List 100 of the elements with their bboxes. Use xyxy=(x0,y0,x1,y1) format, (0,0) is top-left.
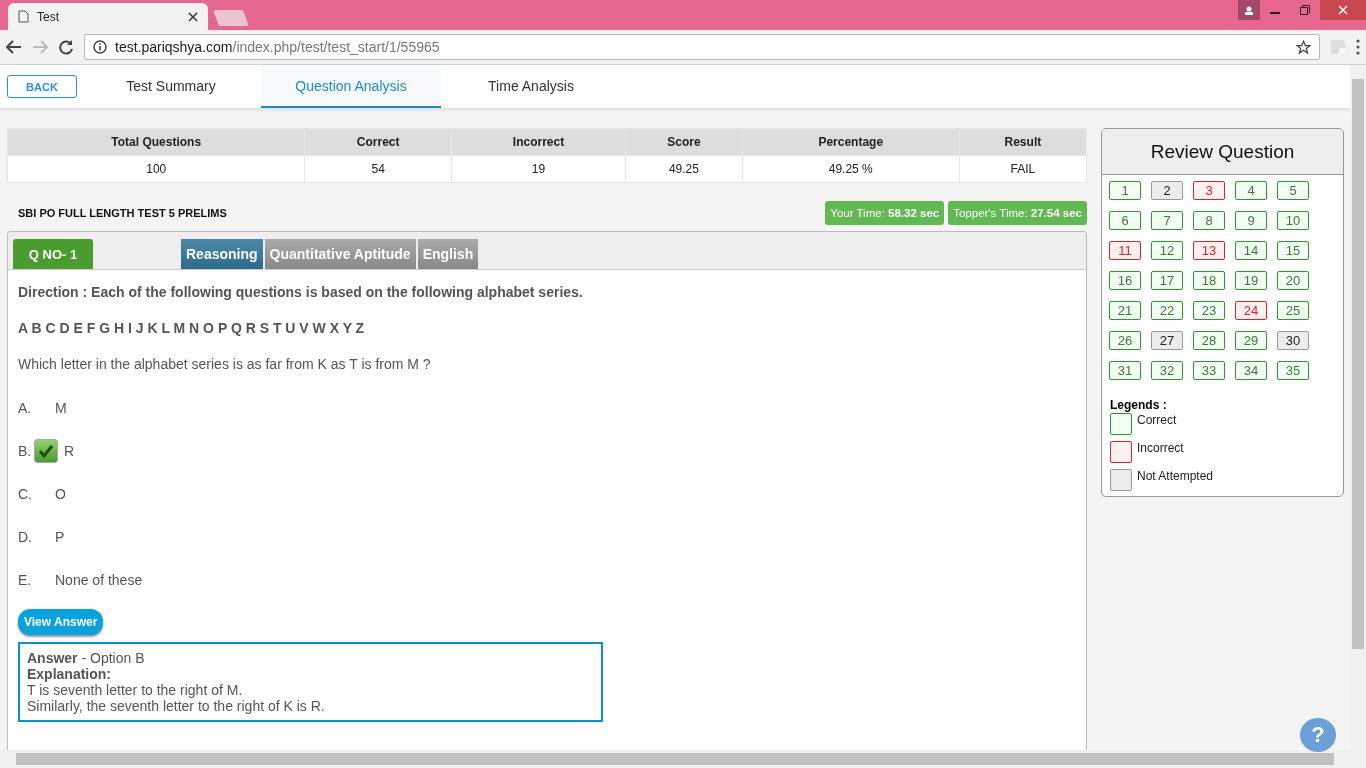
question-button[interactable]: 6 xyxy=(1109,211,1141,230)
question-button[interactable]: 18 xyxy=(1193,271,1225,290)
question-button[interactable]: 25 xyxy=(1277,301,1309,320)
reload-icon[interactable] xyxy=(58,39,74,55)
table-cell: 19 xyxy=(451,155,626,183)
question-button[interactable]: 1 xyxy=(1109,181,1141,200)
question-button[interactable]: 30 xyxy=(1277,331,1309,350)
nav-tab[interactable]: Time Analysis xyxy=(441,65,621,108)
question-button[interactable]: 32 xyxy=(1151,361,1183,380)
time-badge: Your Time: 58.32 sec xyxy=(825,201,945,225)
legend-swatch xyxy=(1110,469,1132,491)
question-button[interactable]: 31 xyxy=(1109,361,1141,380)
column-header: Incorrect xyxy=(451,128,626,156)
star-icon[interactable] xyxy=(1296,39,1311,55)
question-button[interactable]: 12 xyxy=(1151,241,1183,260)
question-button[interactable]: 3 xyxy=(1193,181,1225,200)
question-button[interactable]: 28 xyxy=(1193,331,1225,350)
tab-title: Test xyxy=(37,9,60,24)
explanation-text: T is seventh letter to the right of M. xyxy=(27,682,244,698)
table-cell: 49.25 % xyxy=(742,155,960,183)
question-button[interactable]: 7 xyxy=(1151,211,1183,230)
option-text: R xyxy=(64,442,75,459)
column-header: Percentage xyxy=(742,128,960,156)
url-path: /index.php/test/test_start/1/55965 xyxy=(232,39,440,55)
legend-swatch xyxy=(1110,413,1132,435)
info-icon xyxy=(93,40,107,54)
table-cell: FAIL xyxy=(959,155,1087,183)
question-number: Q NO- 1 xyxy=(13,239,93,269)
question-button[interactable]: 15 xyxy=(1277,241,1309,260)
nav-tab[interactable]: Test Summary xyxy=(81,65,261,108)
test-title: SBI PO FULL LENGTH TEST 5 PRELIMS xyxy=(18,207,227,219)
option-letter: B. xyxy=(18,442,33,459)
direction-text: Direction : Each of the following questions is based on the following alphabet series. xyxy=(18,284,584,300)
legends-title: Legends : xyxy=(1109,397,1168,412)
option-letter: D. xyxy=(18,528,33,545)
question-button[interactable]: 5 xyxy=(1277,181,1309,200)
close-icon[interactable] xyxy=(188,11,198,22)
time-badge: Topper's Time: 27.54 sec xyxy=(948,201,1087,225)
question-button[interactable]: 17 xyxy=(1151,271,1183,290)
question-button[interactable]: 13 xyxy=(1193,241,1225,260)
question-button[interactable]: 16 xyxy=(1109,271,1141,290)
question-button[interactable]: 2 xyxy=(1151,181,1183,200)
question-button[interactable]: 8 xyxy=(1193,211,1225,230)
page-icon xyxy=(18,10,29,23)
question-text: Which letter in the alphabet series is as far from K as T is from M ? xyxy=(18,356,432,372)
question-button[interactable]: 35 xyxy=(1277,361,1309,380)
question-button[interactable]: 11 xyxy=(1109,241,1141,260)
address-bar[interactable]: test.pariqshya.com/index.php/test/test_start/1/55965 xyxy=(84,34,1320,60)
profile-button[interactable] xyxy=(1238,0,1260,20)
back-arrow-icon[interactable] xyxy=(6,40,22,54)
view-answer-button[interactable]: View Answer xyxy=(18,609,104,635)
question-button[interactable]: 10 xyxy=(1277,211,1309,230)
column-header: Result xyxy=(959,128,1087,156)
option-letter: C. xyxy=(18,485,33,502)
column-header: Correct xyxy=(304,128,452,156)
question-button[interactable]: 27 xyxy=(1151,331,1183,350)
section-tab[interactable]: English xyxy=(417,239,479,269)
url-host: test.pariqshya.com xyxy=(115,39,233,55)
question-button[interactable]: 9 xyxy=(1235,211,1267,230)
table-cell: 49.25 xyxy=(625,155,743,183)
question-button[interactable]: 23 xyxy=(1193,301,1225,320)
option-text: M xyxy=(55,399,67,416)
question-button[interactable]: 20 xyxy=(1277,271,1309,290)
question-button[interactable]: 19 xyxy=(1235,271,1267,290)
legend-label: Not Attempted xyxy=(1137,469,1214,483)
menu-icon[interactable] xyxy=(1356,39,1360,55)
question-button[interactable]: 22 xyxy=(1151,301,1183,320)
nav-tab[interactable]: Question Analysis xyxy=(261,65,441,108)
person-icon xyxy=(1244,5,1254,15)
question-button[interactable]: 29 xyxy=(1235,331,1267,350)
alphabet-series: A B C D E F G H I J K L M N O P Q R S T U V W X Y Z xyxy=(18,320,366,336)
browser-tab[interactable]: Test xyxy=(8,3,208,30)
question-button[interactable]: 21 xyxy=(1109,301,1141,320)
option-letter: E. xyxy=(18,571,33,588)
legend-label: Incorrect xyxy=(1137,441,1184,455)
question-button[interactable]: 24 xyxy=(1235,301,1267,320)
option-text: None of these xyxy=(55,571,143,588)
question-button[interactable]: 14 xyxy=(1235,241,1267,260)
column-header: Score xyxy=(625,128,743,156)
option-text: O xyxy=(55,485,66,502)
question-button[interactable]: 4 xyxy=(1235,181,1267,200)
back-button[interactable]: BACK xyxy=(7,75,77,98)
close-icon xyxy=(1338,5,1348,15)
question-button[interactable]: 26 xyxy=(1109,331,1141,350)
option-letter: A. xyxy=(18,399,33,416)
question-button[interactable]: 33 xyxy=(1193,361,1225,380)
horizontal-scrollbar[interactable] xyxy=(0,750,1350,768)
section-tab[interactable]: Reasoning xyxy=(181,239,263,269)
table-cell: 100 xyxy=(7,155,305,183)
review-title: Review Question xyxy=(1102,129,1343,175)
explanation-label: Explanation: xyxy=(27,666,112,682)
question-button[interactable]: 34 xyxy=(1235,361,1267,380)
explanation-text: Similarly, the seventh letter to the right of K is R. xyxy=(27,698,326,714)
option-text: P xyxy=(55,528,65,545)
answer-text: Answer - Option B xyxy=(27,650,146,666)
restore-icon[interactable] xyxy=(1300,5,1310,15)
section-tab[interactable]: Quantitative Aptitude xyxy=(264,239,416,269)
table-cell: 54 xyxy=(304,155,452,183)
legend-swatch xyxy=(1110,441,1132,463)
legend-label: Correct xyxy=(1137,413,1177,427)
